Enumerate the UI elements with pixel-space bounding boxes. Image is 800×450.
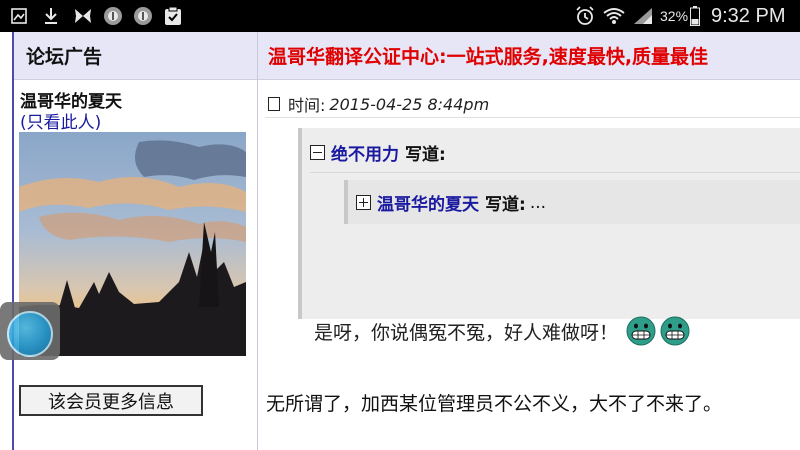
image-icon	[10, 6, 28, 26]
quote-author[interactable]: 绝不用力	[331, 140, 399, 165]
assist-ball-icon	[7, 311, 53, 357]
only-this-user: (只看此人)	[20, 108, 101, 133]
quote-divider	[310, 172, 800, 173]
quote-header: 绝不用力 写道:	[310, 140, 446, 165]
collapse-icon[interactable]	[310, 145, 325, 160]
ad-banner-text[interactable]: 温哥华翻译公证中心:一站式服务,速度最快,质量最佳	[268, 42, 708, 69]
signal-icon	[632, 6, 654, 26]
battery-percent: 32%	[660, 8, 689, 24]
paren-open: (	[20, 113, 27, 133]
post-time-label: 时间:	[288, 96, 326, 115]
post-time: 时间: 2015-04-25 8:44pm	[268, 92, 489, 116]
floating-assist-button[interactable]	[0, 302, 60, 360]
expand-icon[interactable]	[356, 195, 371, 210]
nested-quote-author[interactable]: 温哥华的夏天	[377, 190, 479, 215]
nested-quote-header: 温哥华的夏天 写道: ...	[356, 190, 546, 215]
divider	[265, 117, 800, 118]
butterfly-icon	[72, 6, 94, 26]
sidebar-header: 论坛广告	[14, 32, 257, 80]
left-rule	[12, 32, 14, 450]
post-body: 无所谓了，加西某位管理员不公不义，大不了不来了。	[266, 393, 723, 415]
nested-quote-block: 温哥华的夏天 写道: ...	[344, 180, 800, 224]
clock: 9:32 PM	[711, 5, 786, 27]
app-icon	[132, 6, 154, 26]
column-divider	[257, 32, 258, 450]
wifi-icon	[602, 6, 626, 26]
download-icon	[42, 6, 60, 26]
clipboard-check-icon	[162, 6, 184, 26]
only-this-user-link[interactable]: 只看此人	[27, 113, 95, 133]
quote-body: 是呀，你说偶冤不冤，好人难做呀！	[314, 316, 690, 346]
nested-quote-ellipsis: ...	[529, 192, 547, 213]
sidebar-header-title: 论坛广告	[26, 46, 103, 68]
paren-close: )	[94, 113, 102, 133]
more-info-button[interactable]: 该会员更多信息	[19, 385, 203, 416]
document-icon	[268, 97, 280, 111]
post-time-value: 2015-04-25 8:44pm	[329, 94, 490, 114]
quote-block: 绝不用力 写道: 温哥华的夏天 写道: ... 是呀，你说偶冤不冤，好人难做呀！	[298, 128, 800, 346]
status-bar: 32% 9:32 PM	[0, 0, 800, 32]
app-icon	[102, 6, 124, 26]
alarm-icon	[574, 6, 596, 26]
ad-banner[interactable]: 温哥华翻译公证中心:一站式服务,速度最快,质量最佳	[258, 32, 800, 80]
grin-emoji-icon	[626, 316, 656, 346]
nested-quote-wrote: 写道:	[485, 195, 526, 215]
quote-wrote: 写道:	[405, 145, 446, 165]
quote-body-text: 是呀，你说偶冤不冤，好人难做呀！	[314, 321, 619, 344]
forum-page: 论坛广告 温哥华翻译公证中心:一站式服务,速度最快,质量最佳 温哥华的夏天 (只…	[0, 32, 800, 450]
grin-emoji-icon	[660, 316, 690, 346]
battery-icon	[689, 6, 701, 26]
